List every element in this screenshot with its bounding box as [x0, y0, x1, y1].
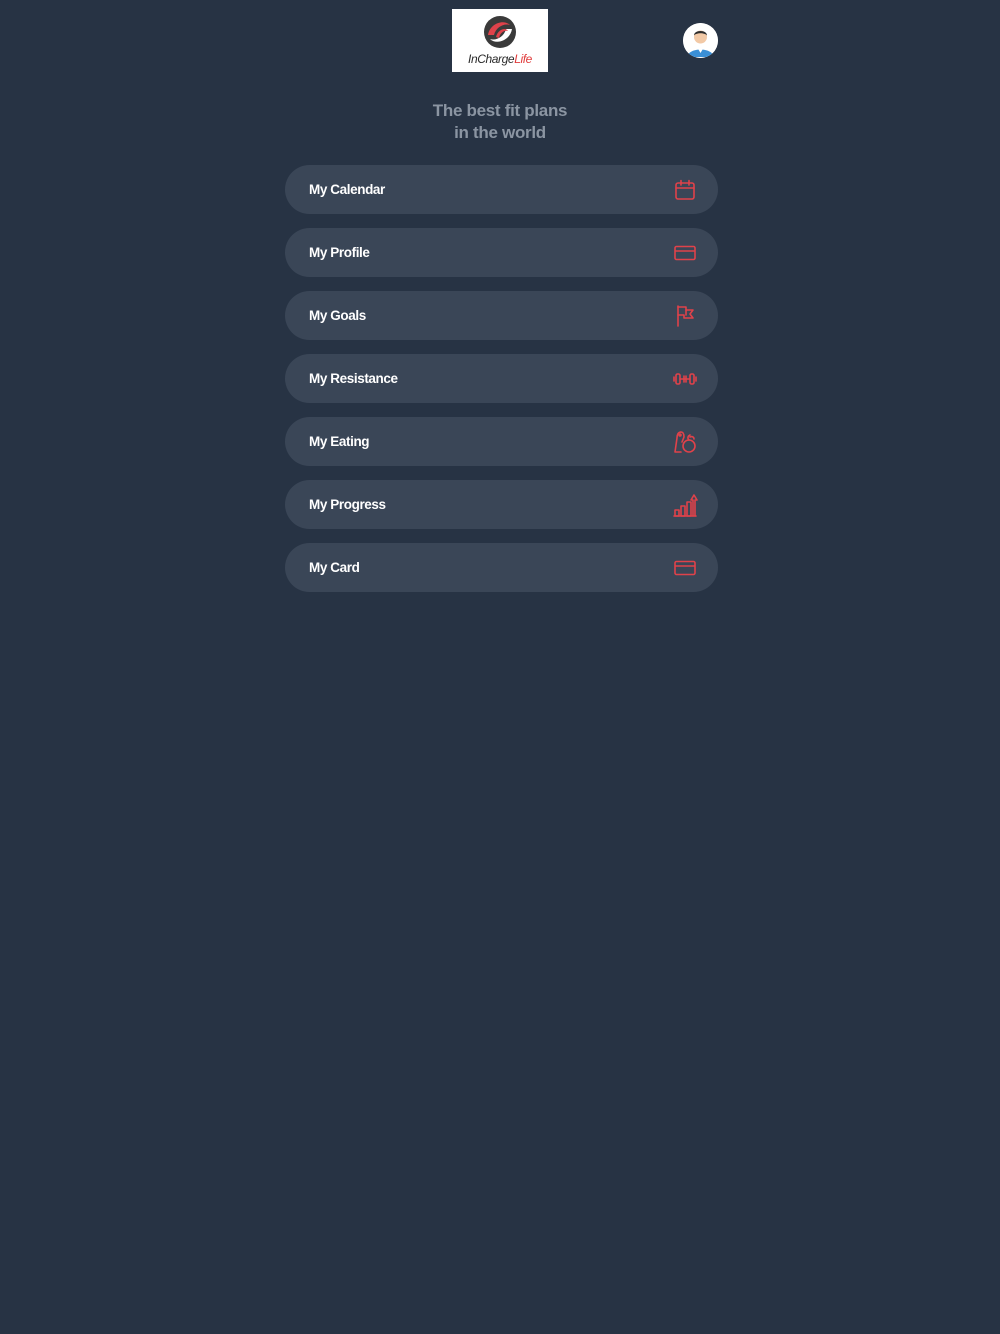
id-card-icon — [672, 240, 698, 266]
menu-item-goals[interactable]: My Goals — [285, 291, 718, 340]
menu-item-profile[interactable]: My Profile — [285, 228, 718, 277]
menu-item-label: My Card — [309, 560, 360, 575]
menu-item-label: My Progress — [309, 497, 386, 512]
menu-item-calendar[interactable]: My Calendar — [285, 165, 718, 214]
app-header: InChargeLife — [0, 0, 1000, 90]
menu-item-label: My Goals — [309, 308, 366, 323]
incharge-life-logo[interactable]: InChargeLife — [452, 9, 548, 72]
progress-chart-icon — [672, 492, 698, 518]
tagline-line-1: The best fit plans — [432, 101, 568, 120]
menu-item-label: My Calendar — [309, 182, 385, 197]
menu-item-label: My Resistance — [309, 371, 398, 386]
flag-icon — [672, 303, 698, 329]
user-avatar-icon[interactable] — [683, 23, 718, 58]
tagline-line-2: in the world — [454, 123, 546, 142]
main-menu: My Calendar My Profile My Goals My Resis… — [285, 165, 718, 606]
menu-item-label: My Profile — [309, 245, 370, 260]
menu-item-card[interactable]: My Card — [285, 543, 718, 592]
menu-item-progress[interactable]: My Progress — [285, 480, 718, 529]
logo-text: InChargeLife — [468, 52, 532, 66]
menu-item-label: My Eating — [309, 434, 370, 449]
dumbbell-icon — [672, 366, 698, 392]
menu-item-resistance[interactable]: My Resistance — [285, 354, 718, 403]
menu-item-eating[interactable]: My Eating — [285, 417, 718, 466]
calendar-icon — [672, 177, 698, 203]
logo-swirl-icon — [484, 16, 516, 48]
credit-card-icon — [672, 555, 698, 581]
tagline: The best fit plans in the world — [350, 100, 650, 144]
food-icon — [672, 429, 698, 455]
